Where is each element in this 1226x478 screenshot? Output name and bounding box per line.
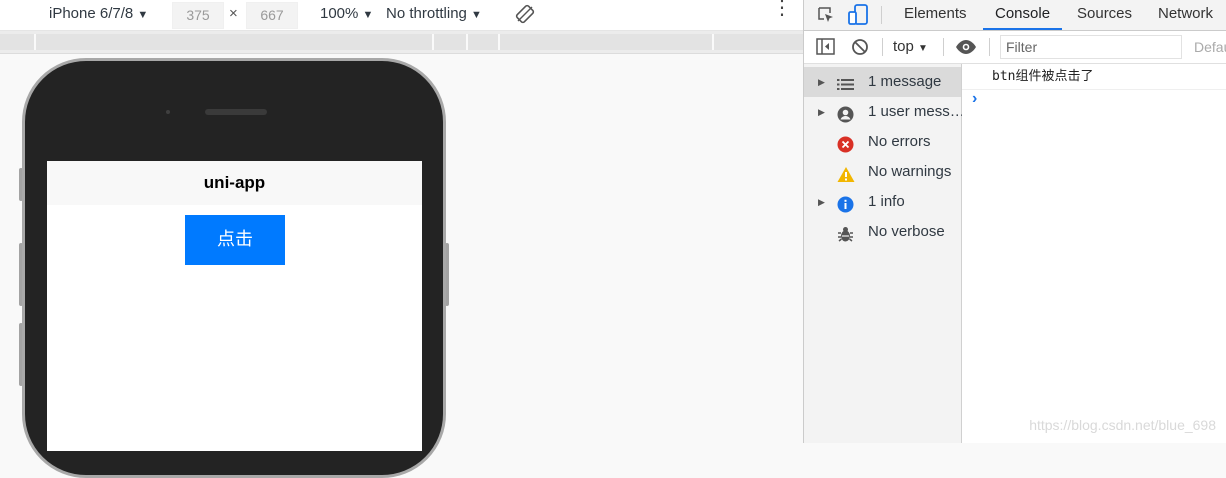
bug-icon	[837, 224, 854, 242]
chevron-down-icon: ▼	[362, 9, 374, 21]
sidebar-item-errors[interactable]: No errors	[804, 127, 961, 157]
filter-input[interactable]	[1000, 35, 1182, 59]
width-input[interactable]: 375	[172, 2, 224, 29]
console-prompt-icon[interactable]: ›	[972, 90, 977, 108]
info-icon	[837, 194, 854, 213]
speaker-grille	[205, 109, 267, 115]
phone-screen: uni-app 点击	[47, 161, 422, 451]
sidebar-item-label: 1 user mess…	[868, 103, 965, 120]
rotate-icon[interactable]	[515, 4, 535, 27]
tab-sources[interactable]: Sources	[1077, 0, 1132, 30]
expand-arrow-icon[interactable]: ▶	[818, 67, 825, 97]
devtools-panel: Elements Console Sources Network top ▼ D…	[803, 0, 1226, 443]
user-icon	[837, 104, 854, 123]
toolbar-divider	[882, 38, 883, 56]
warning-icon	[837, 164, 855, 182]
device-name: iPhone 6/7/8	[49, 5, 134, 22]
console-log-message: btn组件被点击了	[962, 64, 1226, 90]
tab-network[interactable]: Network	[1158, 0, 1213, 30]
ruler-segment[interactable]	[0, 34, 36, 50]
toolbar-divider	[943, 38, 944, 56]
throttling-value: No throttling	[386, 5, 467, 22]
tab-elements[interactable]: Elements	[904, 0, 967, 30]
device-select[interactable]: iPhone 6/7/8 ▼	[49, 5, 148, 22]
ruler-segment[interactable]	[434, 34, 468, 50]
ruler-segment[interactable]	[36, 34, 434, 50]
click-button[interactable]: 点击	[185, 215, 285, 265]
expand-arrow-icon[interactable]: ▶	[818, 97, 825, 127]
device-toolbar: iPhone 6/7/8 ▼ 375 × 667 100% ▼ No throt…	[0, 0, 803, 31]
throttling-select[interactable]: No throttling ▼	[386, 5, 482, 22]
console-output[interactable]: btn组件被点击了 ›	[962, 64, 1226, 443]
ruler-segment[interactable]	[468, 34, 500, 50]
expand-arrow-icon[interactable]: ▶	[818, 187, 825, 217]
default-levels-select[interactable]: Defau	[1194, 39, 1226, 55]
more-options-icon[interactable]: ⋮	[772, 0, 792, 18]
sidebar-item-user-messages[interactable]: ▶ 1 user mess…	[804, 97, 965, 127]
inspect-element-icon[interactable]	[816, 5, 836, 28]
sidebar-item-label: No verbose	[868, 223, 945, 240]
chevron-down-icon: ▼	[918, 43, 928, 54]
sidebar-item-info[interactable]: ▶ 1 info	[804, 187, 961, 217]
ruler-segment[interactable]	[500, 34, 714, 50]
sidebar-item-messages[interactable]: ▶ 1 message	[804, 67, 961, 97]
zoom-select[interactable]: 100% ▼	[320, 5, 373, 22]
chevron-down-icon: ▼	[137, 9, 149, 21]
device-toggle-icon[interactable]	[848, 4, 868, 29]
height-input[interactable]: 667	[246, 2, 298, 29]
zoom-value: 100%	[320, 5, 359, 22]
eye-icon[interactable]	[955, 39, 977, 58]
toolbar-divider	[989, 38, 990, 56]
clear-console-icon[interactable]	[851, 38, 869, 59]
dimension-separator: ×	[229, 5, 238, 22]
sidebar-toggle-icon[interactable]	[816, 38, 835, 58]
toolbar-divider	[881, 6, 882, 24]
ruler-segment[interactable]	[714, 34, 805, 50]
media-query-bar	[0, 31, 805, 54]
watermark: https://blog.csdn.net/blue_698	[1029, 417, 1216, 433]
console-toolbar: top ▼ Defau	[804, 31, 1226, 64]
context-select[interactable]: top ▼	[893, 38, 928, 55]
device-emulator: iPhone 6/7/8 ▼ 375 × 667 100% ▼ No throt…	[0, 0, 805, 478]
context-value: top	[893, 38, 914, 55]
sidebar-item-label: No errors	[868, 133, 931, 150]
chevron-down-icon: ▼	[471, 9, 482, 21]
sidebar-item-verbose[interactable]: No verbose	[804, 217, 961, 247]
camera-icon	[166, 110, 170, 114]
list-icon	[837, 74, 854, 91]
sidebar-item-label: No warnings	[868, 163, 952, 180]
sidebar-item-warnings[interactable]: No warnings	[804, 157, 961, 187]
error-icon	[837, 134, 854, 153]
tab-console[interactable]: Console	[983, 0, 1063, 30]
page-title: uni-app	[47, 161, 422, 205]
sidebar-item-label: 1 message	[868, 73, 942, 90]
console-sidebar: ▶ 1 message ▶ 1 user mess… No errors No …	[804, 64, 965, 443]
devtools-tabbar: Elements Console Sources Network	[804, 0, 1226, 31]
sidebar-item-label: 1 info	[868, 193, 905, 210]
